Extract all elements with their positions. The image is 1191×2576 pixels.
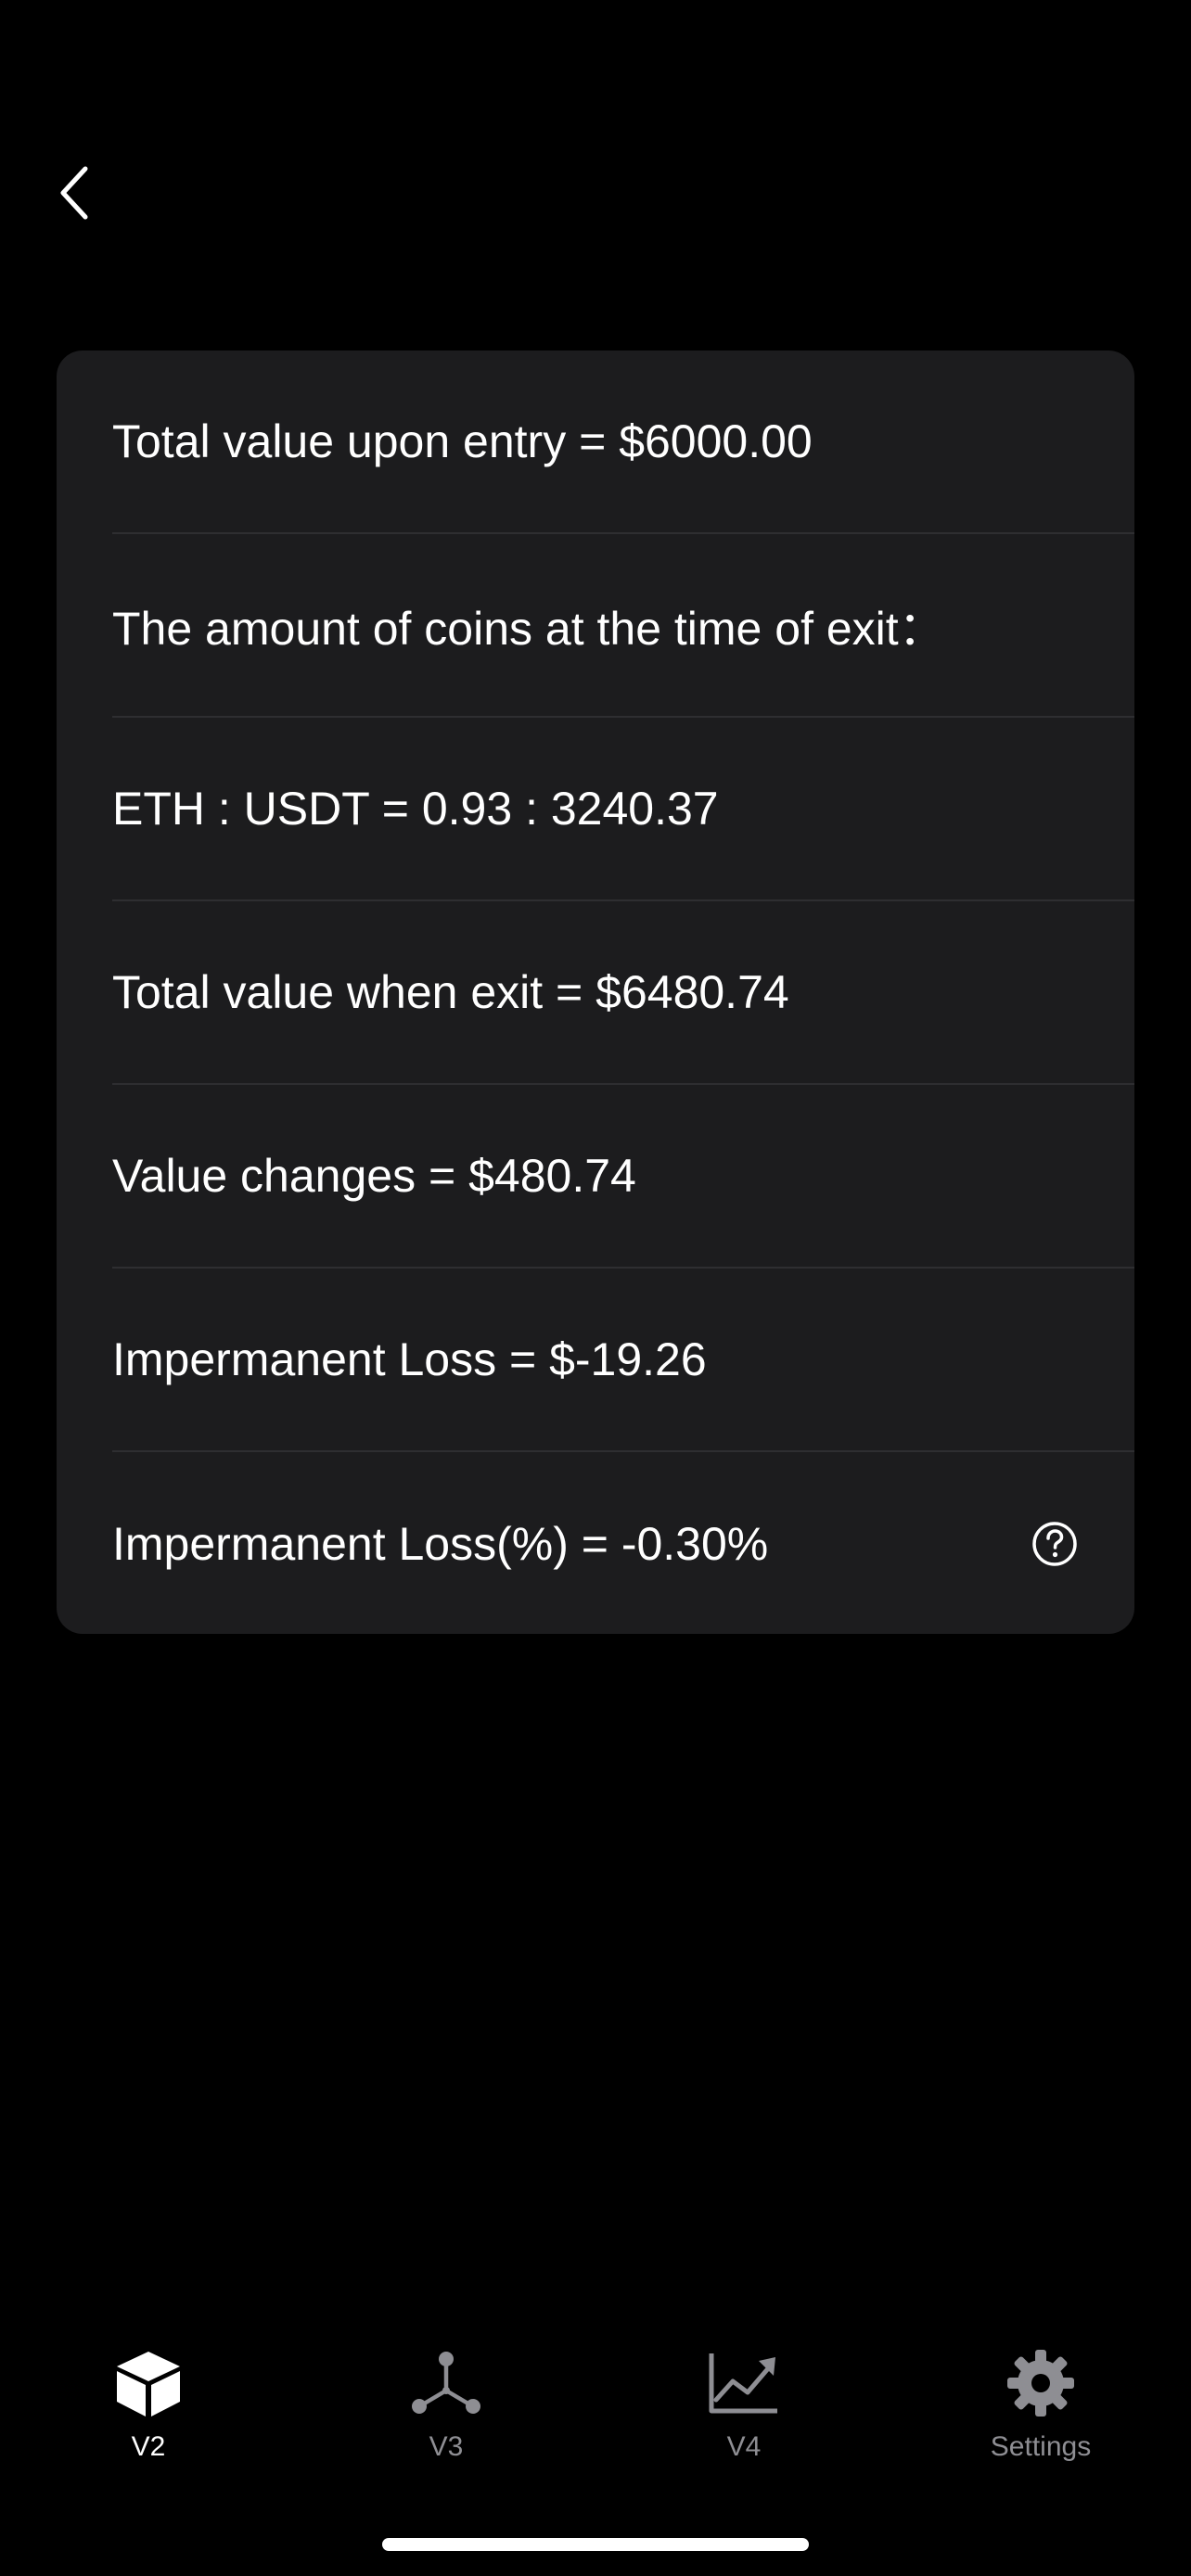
tab-settings[interactable]: Settings [948,2346,1133,2485]
value-changes-text: Value changes = $480.74 [112,1150,636,1202]
tab-bar: V2 V3 V4 Settings [0,2346,1191,2494]
ratio-text: ETH : USDT = 0.93 : 3240.37 [112,783,719,835]
tab-v2-label: V2 [131,2431,166,2462]
coins-heading-text: The amount of coins at the time of exit： [112,603,945,655]
impermanent-loss-text: Impermanent Loss = $-19.26 [112,1333,707,1385]
cube-icon [111,2346,186,2420]
tab-v4[interactable]: V4 [651,2346,837,2485]
question-circle-icon[interactable] [1031,1520,1079,1568]
tab-v3-label: V3 [429,2431,464,2462]
total-entry-text: Total value upon entry = $6000.00 [112,415,813,467]
total-entry-row: Total value upon entry = $6000.00 [112,351,1134,534]
gear-icon [1004,2346,1078,2420]
back-button[interactable] [46,156,102,230]
home-indicator[interactable] [382,2538,809,2551]
results-card: Total value upon entry = $6000.00 The am… [57,351,1134,1634]
tab-settings-label: Settings [990,2431,1092,2462]
coins-heading-row: The amount of coins at the time of exit： [112,534,1134,718]
tab-v2[interactable]: V2 [56,2346,241,2485]
tab-v4-label: V4 [726,2431,762,2462]
impermanent-loss-pct-row: Impermanent Loss(%) = -0.30% [112,1452,1134,1634]
total-exit-text: Total value when exit = $6480.74 [112,966,789,1018]
impermanent-loss-row: Impermanent Loss = $-19.26 [112,1269,1134,1452]
trending-chart-icon [707,2346,781,2420]
tab-v3[interactable]: V3 [353,2346,539,2485]
total-exit-row: Total value when exit = $6480.74 [112,901,1134,1085]
value-changes-row: Value changes = $480.74 [112,1085,1134,1269]
ratio-row: ETH : USDT = 0.93 : 3240.37 [112,718,1134,901]
network-nodes-icon [409,2346,483,2420]
chevron-left-icon [60,166,88,220]
impermanent-loss-pct-text: Impermanent Loss(%) = -0.30% [112,1518,769,1570]
